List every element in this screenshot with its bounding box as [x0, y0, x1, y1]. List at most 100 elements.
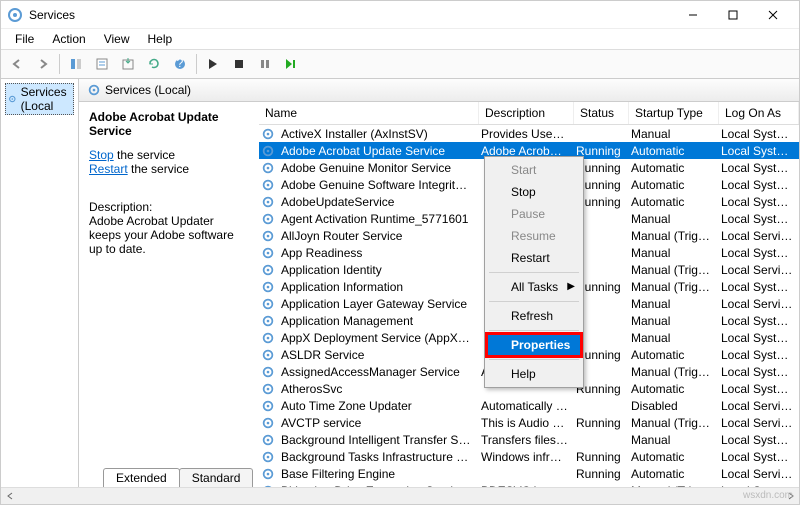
service-row[interactable]: Background Tasks Infrastructure ServiceW… [259, 448, 799, 465]
gear-icon [261, 297, 277, 311]
cell-name: AppX Deployment Service (AppXSVC [277, 331, 477, 345]
cell-logon: Local System [717, 195, 797, 209]
ctx-resume[interactable]: Resume [487, 225, 581, 247]
cell-logon: Local System [717, 161, 797, 175]
cell-startup: Manual [627, 314, 717, 328]
view-tabs[interactable]: Extended Standard [103, 467, 252, 487]
maximize-button[interactable] [713, 1, 753, 29]
gear-icon [261, 195, 277, 209]
gear-icon [261, 467, 277, 481]
restart-link-line: Restart the service [89, 162, 249, 176]
help-button[interactable]: ? [168, 52, 192, 76]
col-status[interactable]: Status [574, 102, 629, 124]
export-button[interactable] [116, 52, 140, 76]
cell-name: Auto Time Zone Updater [277, 399, 477, 413]
cell-description: Provides User A... [477, 127, 572, 141]
back-button[interactable] [5, 52, 29, 76]
tree-node-services[interactable]: Services (Local [5, 83, 74, 115]
ctx-stop[interactable]: Stop [487, 181, 581, 203]
ctx-start[interactable]: Start [487, 159, 581, 181]
cell-name: ActiveX Installer (AxInstSV) [277, 127, 477, 141]
cell-startup: Manual (Trigg... [627, 229, 717, 243]
cell-logon: Local System [717, 246, 797, 260]
description-text: Adobe Acrobat Updater keeps your Adobe s… [89, 214, 249, 256]
restart-service-button[interactable] [279, 52, 303, 76]
cell-logon: Local System [717, 212, 797, 226]
ctx-all-tasks[interactable]: All Tasks▶ [487, 276, 581, 298]
cell-startup: Manual [627, 127, 717, 141]
refresh-button[interactable] [142, 52, 166, 76]
cell-startup: Manual (Trigg... [627, 263, 717, 277]
gear-icon [261, 416, 277, 430]
cell-startup: Manual (Trigg... [627, 280, 717, 294]
gear-icon [261, 280, 277, 294]
col-name[interactable]: Name [259, 102, 479, 124]
service-row[interactable]: ActiveX Installer (AxInstSV)Provides Use… [259, 125, 799, 142]
minimize-button[interactable] [673, 1, 713, 29]
stop-service-button[interactable] [227, 52, 251, 76]
show-hide-tree-button[interactable] [64, 52, 88, 76]
gear-icon [261, 365, 277, 379]
ctx-refresh[interactable]: Refresh [487, 305, 581, 327]
ctx-restart[interactable]: Restart [487, 247, 581, 269]
cell-logon: Local System [717, 331, 797, 345]
ctx-pause[interactable]: Pause [487, 203, 581, 225]
start-service-button[interactable] [201, 52, 225, 76]
forward-button[interactable] [31, 52, 55, 76]
horizontal-scrollbar[interactable] [1, 487, 799, 504]
gear-icon [8, 92, 17, 106]
cell-logon: Local System [717, 127, 797, 141]
service-row[interactable]: Background Intelligent Transfer ServiceT… [259, 431, 799, 448]
cell-logon: Local Service [717, 297, 797, 311]
grid-header[interactable]: Name Description Status Startup Type Log… [259, 102, 799, 125]
service-row[interactable]: AVCTP serviceThis is Audio Vi...RunningM… [259, 414, 799, 431]
content-area: Services (Local Services (Local) Adobe A… [1, 79, 799, 487]
col-logon[interactable]: Log On As [719, 102, 799, 124]
restart-link[interactable]: Restart [89, 162, 128, 176]
stop-link[interactable]: Stop [89, 148, 114, 162]
cell-description: Transfers files i... [477, 433, 572, 447]
cell-startup: Automatic [627, 178, 717, 192]
cell-logon: Local Service [717, 229, 797, 243]
cell-name: Application Identity [277, 263, 477, 277]
window-title: Services [29, 8, 673, 22]
col-description[interactable]: Description [479, 102, 574, 124]
cell-name: Adobe Genuine Monitor Service [277, 161, 477, 175]
tree-pane[interactable]: Services (Local [1, 79, 79, 487]
menu-help[interactable]: Help [140, 30, 181, 48]
menubar: File Action View Help [1, 29, 799, 49]
selected-service-name: Adobe Acrobat Update Service [89, 110, 249, 138]
gear-icon [261, 229, 277, 243]
close-button[interactable] [753, 1, 793, 29]
ctx-help[interactable]: Help [487, 363, 581, 385]
cell-logon: Local System [717, 348, 797, 362]
description-label: Description: [89, 200, 249, 214]
menu-action[interactable]: Action [44, 30, 93, 48]
cell-name: AtherosSvc [277, 382, 477, 396]
cell-name: Background Tasks Infrastructure Service [277, 450, 477, 464]
scroll-track[interactable] [18, 487, 782, 504]
cell-startup: Automatic [627, 144, 717, 158]
task-pane: Adobe Acrobat Update Service Stop the se… [79, 102, 259, 487]
col-startup[interactable]: Startup Type [629, 102, 719, 124]
ctx-properties[interactable]: Properties [487, 334, 581, 356]
cell-logon: Local Service [717, 416, 797, 430]
cell-startup: Manual [627, 297, 717, 311]
menu-view[interactable]: View [96, 30, 138, 48]
cell-name: Agent Activation Runtime_5771601 [277, 212, 477, 226]
tab-standard[interactable]: Standard [179, 468, 254, 487]
toolbar-separator [196, 54, 197, 74]
service-row[interactable]: Base Filtering EngineRunningAutomaticLoc… [259, 465, 799, 482]
cell-name: AdobeUpdateService [277, 195, 477, 209]
gear-icon [261, 382, 277, 396]
ctx-separator [489, 359, 579, 360]
cell-startup: Automatic [627, 382, 717, 396]
pause-service-button[interactable] [253, 52, 277, 76]
scroll-left-button[interactable] [1, 487, 18, 504]
gear-icon [261, 178, 277, 192]
context-menu[interactable]: Start Stop Pause Resume Restart All Task… [484, 156, 584, 388]
service-row[interactable]: Auto Time Zone UpdaterAutomatically s...… [259, 397, 799, 414]
menu-file[interactable]: File [7, 30, 42, 48]
tab-extended[interactable]: Extended [103, 468, 180, 487]
properties-button[interactable] [90, 52, 114, 76]
